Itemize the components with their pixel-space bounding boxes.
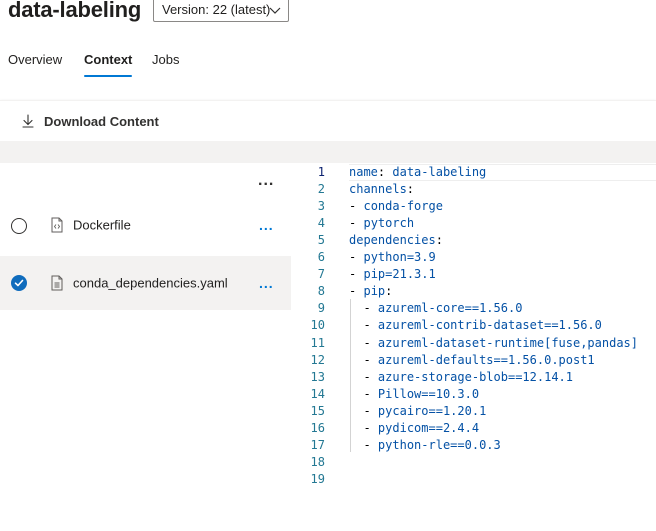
code-line: 11 - azureml-dataset-runtime[fuse,pandas…	[291, 335, 656, 352]
line-text: - azureml-defaults==1.56.0.post1	[363, 352, 595, 367]
file-row-conda-dependencies[interactable]: conda_dependencies.yaml ...	[0, 256, 291, 310]
download-content-label: Download Content	[44, 113, 159, 129]
line-text: name: data-labeling	[349, 165, 487, 179]
file-name: Dockerfile	[73, 217, 131, 233]
line-text: - pip:	[349, 284, 393, 299]
line-text: - pytorch	[349, 216, 415, 231]
code-editor[interactable]: 1 name: data-labeling 2 channels: 3 - conda-f…	[291, 163, 656, 531]
chevron-down-icon	[269, 7, 281, 14]
code-line: 3 - conda-forge	[291, 198, 656, 215]
line-number: 18	[310, 454, 325, 469]
code-line: 8 - pip:	[291, 283, 656, 300]
line-text: - azureml-core==1.56.0	[363, 301, 523, 316]
checkmark-icon	[14, 279, 24, 287]
line-number: 10	[310, 318, 325, 333]
line-number: 2	[317, 182, 325, 197]
line-number: 12	[310, 352, 325, 367]
line-text: - azureml-contrib-dataset==1.56.0	[363, 318, 602, 333]
line-number: 14	[310, 386, 325, 401]
download-icon	[22, 114, 34, 128]
line-number: 4	[317, 216, 325, 231]
document-file-icon	[51, 275, 63, 291]
tab-jobs[interactable]: Jobs	[152, 50, 179, 80]
code-line: 9 - azureml-core==1.56.0	[291, 300, 656, 317]
line-number: 13	[310, 369, 325, 384]
line-text: - conda-forge	[349, 199, 443, 214]
line-text: dependencies:	[349, 233, 443, 248]
code-line: 13 - azure-storage-blob==12.14.1	[291, 369, 656, 386]
line-number: 1	[317, 165, 325, 179]
tab-overview[interactable]: Overview	[8, 50, 62, 80]
file-name: conda_dependencies.yaml	[73, 275, 228, 291]
file-list-panel: ... Dockerfile ... conda_dependencies.ya…	[0, 163, 291, 531]
page-header: data-labeling Version: 22 (latest)	[0, 0, 656, 26]
file-more-options-button[interactable]: ...	[259, 276, 274, 290]
line-text: - azure-storage-blob==12.14.1	[363, 369, 573, 384]
code-line: 2 channels:	[291, 181, 656, 198]
code-line: 1 name: data-labeling	[291, 164, 656, 181]
line-number: 19	[310, 471, 325, 486]
code-line: 5 dependencies:	[291, 232, 656, 249]
file-select-radio[interactable]	[11, 218, 27, 235]
file-selected-check[interactable]	[11, 275, 27, 291]
code-line: 6 - python=3.9	[291, 249, 656, 266]
line-text: - pip=21.3.1	[349, 267, 436, 282]
version-dropdown-value: Version: 22 (latest)	[162, 2, 271, 17]
line-number: 9	[317, 301, 325, 316]
line-number: 5	[317, 233, 325, 248]
line-text: - azureml-dataset-runtime[fuse,pandas]	[363, 335, 639, 350]
line-text: - python=3.9	[349, 250, 436, 265]
line-text: - Pillow==10.3.0	[363, 386, 480, 401]
line-number: 8	[317, 284, 325, 299]
code-line: 12 - azureml-defaults==1.56.0.post1	[291, 352, 656, 369]
file-more-options-button[interactable]: ...	[259, 218, 274, 232]
code-line: 7 - pip=21.3.1	[291, 266, 656, 283]
code-line: 15 - pycairo==1.20.1	[291, 403, 656, 420]
download-content-button[interactable]: Download Content	[20, 110, 159, 132]
code-line: 18	[291, 454, 656, 471]
code-line: 19	[291, 471, 656, 488]
line-number: 7	[317, 267, 325, 282]
line-number: 15	[310, 403, 325, 418]
page-title: data-labeling	[8, 0, 142, 22]
line-text: - python-rle==0.0.3	[363, 437, 501, 452]
file-row-dockerfile[interactable]: Dockerfile ...	[0, 198, 291, 252]
line-number: 17	[310, 437, 325, 452]
code-file-icon	[51, 217, 63, 233]
code-line: 10 - azureml-contrib-dataset==1.56.0	[291, 317, 656, 334]
command-bar: Download Content	[0, 100, 656, 141]
tab-context[interactable]: Context	[84, 50, 133, 80]
panel-more-options-button[interactable]: ...	[258, 173, 274, 189]
line-number: 6	[317, 250, 325, 265]
code-line: 17 - python-rle==0.0.3	[291, 437, 656, 454]
line-number: 16	[310, 420, 325, 435]
section-gap	[0, 141, 656, 163]
line-number: 11	[310, 335, 325, 350]
code-line: 16 - pydicom==2.4.4	[291, 420, 656, 437]
line-number: 3	[317, 199, 325, 214]
version-dropdown[interactable]: Version: 22 (latest)	[153, 0, 289, 22]
line-text: - pydicom==2.4.4	[363, 420, 480, 435]
code-line: 4 - pytorch	[291, 215, 656, 232]
line-text: - pycairo==1.20.1	[363, 403, 487, 418]
line-text: channels:	[349, 182, 415, 197]
tab-bar: Overview Context Jobs	[0, 50, 656, 80]
code-line: 14 - Pillow==10.3.0	[291, 386, 656, 403]
